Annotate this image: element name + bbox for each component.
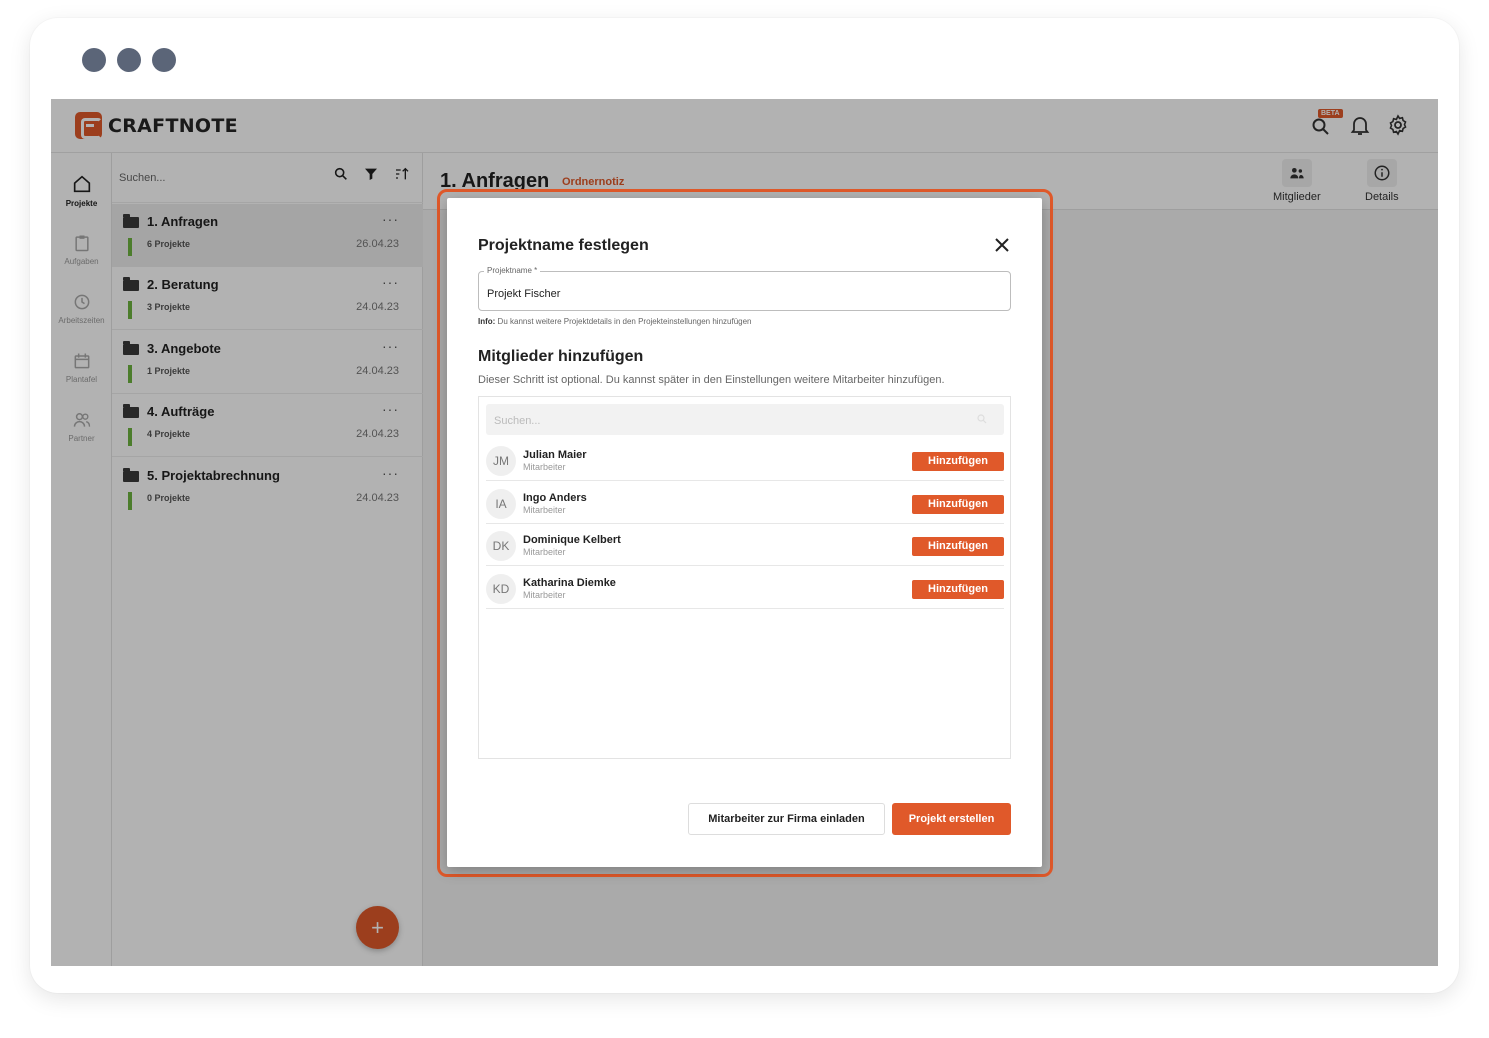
- member-name: Julian Maier: [523, 449, 587, 461]
- member-role: Mitarbeiter: [523, 462, 566, 472]
- info-text: Du kannst weitere Projektdetails in den …: [495, 317, 752, 326]
- info-hint: Info: Du kannst weitere Projektdetails i…: [478, 317, 751, 326]
- window-controls: [82, 48, 176, 72]
- window-dot-icon[interactable]: [152, 48, 176, 72]
- create-project-button[interactable]: Projekt erstellen: [892, 803, 1011, 835]
- avatar: KD: [486, 574, 516, 604]
- window-dot-icon[interactable]: [117, 48, 141, 72]
- member-role: Mitarbeiter: [523, 547, 566, 557]
- dialog-title: Projektname festlegen: [478, 237, 649, 254]
- info-prefix: Info:: [478, 317, 496, 326]
- members-section-title: Mitglieder hinzufügen: [478, 348, 644, 365]
- project-name-value: Projekt Fischer: [487, 288, 561, 300]
- member-search-placeholder: Suchen...: [494, 415, 541, 427]
- member-row: KD Katharina Diemke Mitarbeiter Hinzufüg…: [486, 567, 1004, 609]
- create-project-dialog: Projektname festlegen Projektname * Proj…: [447, 198, 1042, 867]
- search-icon: [977, 414, 987, 424]
- invite-employee-button[interactable]: Mitarbeiter zur Firma einladen: [688, 803, 885, 835]
- members-list: Suchen... JM Julian Maier Mitarbeiter Hi…: [478, 396, 1011, 759]
- project-name-field[interactable]: Projektname * Projekt Fischer: [478, 266, 1011, 311]
- avatar: IA: [486, 489, 516, 519]
- project-name-label: Projektname *: [484, 266, 541, 275]
- member-row: JM Julian Maier Mitarbeiter Hinzufügen: [486, 439, 1004, 481]
- window-dot-icon[interactable]: [82, 48, 106, 72]
- members-section-description: Dieser Schritt ist optional. Du kannst s…: [478, 374, 945, 386]
- add-member-button[interactable]: Hinzufügen: [912, 580, 1004, 599]
- member-name: Katharina Diemke: [523, 577, 616, 589]
- member-name: Dominique Kelbert: [523, 534, 621, 546]
- add-member-button[interactable]: Hinzufügen: [912, 495, 1004, 514]
- add-member-button[interactable]: Hinzufügen: [912, 452, 1004, 471]
- add-member-button[interactable]: Hinzufügen: [912, 537, 1004, 556]
- member-search-input[interactable]: Suchen...: [486, 404, 1004, 435]
- avatar: DK: [486, 531, 516, 561]
- member-name: Ingo Anders: [523, 492, 587, 504]
- avatar: JM: [486, 446, 516, 476]
- member-row: DK Dominique Kelbert Mitarbeiter Hinzufü…: [486, 524, 1004, 566]
- member-role: Mitarbeiter: [523, 505, 566, 515]
- close-icon[interactable]: [994, 237, 1010, 253]
- member-row: IA Ingo Anders Mitarbeiter Hinzufügen: [486, 482, 1004, 524]
- member-role: Mitarbeiter: [523, 590, 566, 600]
